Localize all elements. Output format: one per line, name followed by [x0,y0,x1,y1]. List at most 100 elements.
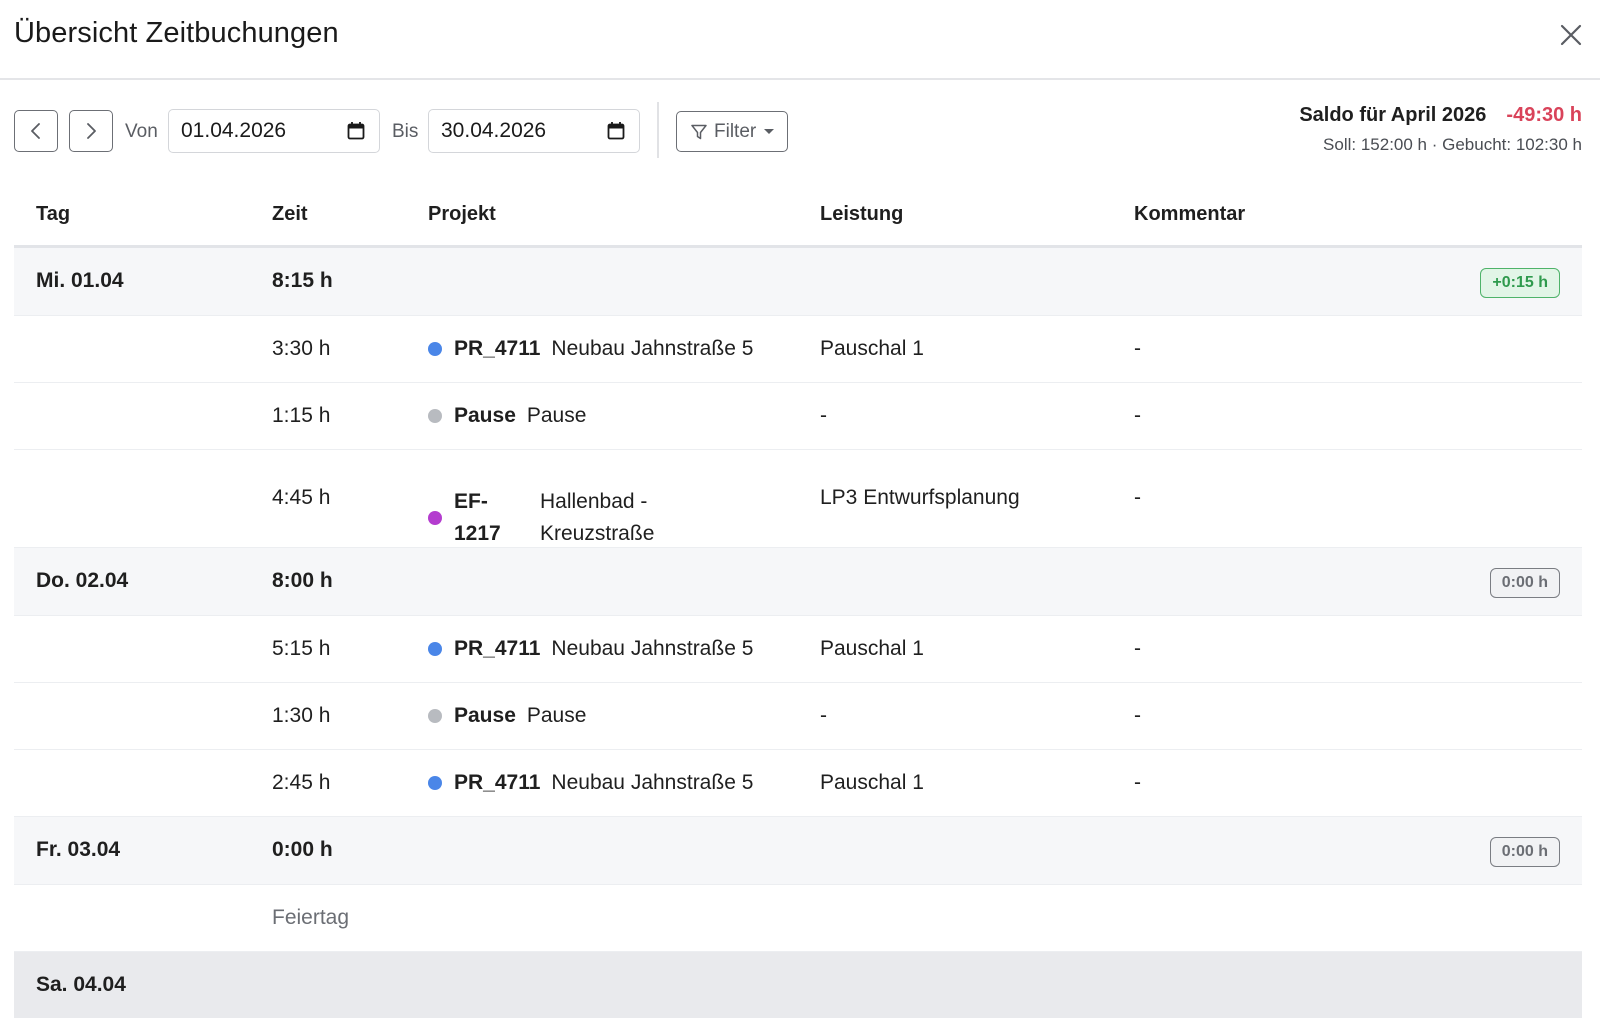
project-code: PR_4711 [454,337,541,360]
booking-comment: - [1134,771,1141,794]
day-row[interactable]: Fr. 03.04 0:00 h 0:00 h [14,817,1582,885]
chevron-left-icon [31,123,40,139]
holiday-row: Feiertag [14,885,1582,952]
booking-project: PR_4711 Neubau Jahnstraße 5 [428,771,753,795]
booking-service: Pauschal 1 [820,637,924,660]
day-label: Mi. 01.04 [36,269,124,292]
project-name: Neubau Jahnstraße 5 [551,771,754,794]
booking-duration: 3:30 h [272,337,331,360]
project-name: Pause [526,704,587,727]
calendar-icon[interactable] [347,121,365,141]
booking-row[interactable]: 4:45 h EF- 1217 Hallenbad - Kreuzstraße … [14,450,1582,548]
day-total: 8:15 h [272,269,333,292]
booking-service: LP3 Entwurfsplanung [820,486,1020,509]
toolbar-divider [657,102,659,158]
saldo-summary: Saldo für April 2026 -49:30 h Soll: 152:0… [1299,104,1582,155]
day-balance-badge: 0:00 h [1489,568,1560,598]
booking-project: PR_4711 Neubau Jahnstraße 5 [428,337,753,361]
booking-project: EF- 1217 Hallenbad - Kreuzstraße [428,486,654,550]
chevron-right-icon [87,123,96,139]
project-code: PR_4711 [454,637,541,660]
booking-duration: 4:45 h [272,486,331,509]
saldo-value: -49:30 h [1506,104,1582,126]
booking-comment: - [1134,486,1141,509]
close-icon[interactable] [1558,22,1584,48]
filter-label: Filter [714,120,757,142]
day-row[interactable]: Do. 02.04 8:00 h 0:00 h [14,548,1582,616]
booking-comment: - [1134,337,1141,360]
booking-row[interactable]: 1:30 h Pause Pause - - [14,683,1582,750]
column-header-zeit: Zeit [272,203,308,225]
table-header: Tag Zeit Projekt Leistung Kommentar [14,180,1582,248]
prev-button[interactable] [14,110,58,152]
project-color-dot [428,709,442,723]
column-header-leistung: Leistung [820,203,904,225]
day-balance-badge: 0:00 h [1489,837,1560,867]
bis-date-input[interactable]: 30.04.2026 [428,109,640,153]
day-total: 0:00 h [272,838,333,861]
booking-duration: 1:15 h [272,404,331,427]
booking-service: Pauschal 1 [820,771,924,794]
booking-row[interactable]: 1:15 h Pause Pause - - [14,383,1582,450]
day-row-weekend[interactable]: Sa. 04.04 [14,952,1582,1018]
project-name-line: Hallenbad - [540,490,648,513]
project-name-line: Kreuzstraße [540,522,655,545]
booking-project: Pause Pause [428,404,586,428]
project-color-dot [428,511,442,525]
project-name: Neubau Jahnstraße 5 [551,337,754,360]
project-code: Pause [454,404,516,427]
day-label: Fr. 03.04 [36,838,121,861]
von-date-input[interactable]: 01.04.2026 [168,109,380,153]
day-label: Sa. 04.04 [36,973,126,996]
saldo-label: Saldo für April 2026 [1299,104,1487,126]
booking-comment: - [1134,704,1141,727]
project-color-dot [428,642,442,656]
column-header-kommentar: Kommentar [1134,203,1246,225]
project-code: Pause [454,704,516,727]
filter-button[interactable]: Filter [676,111,788,152]
day-balance-badge: +0:15 h [1480,268,1560,298]
booking-comment: - [1134,404,1141,427]
booking-service: - [820,704,827,727]
von-label: Von [125,121,158,142]
filter-icon [691,124,707,139]
project-color-dot [428,409,442,423]
booking-comment: - [1134,637,1141,660]
column-header-projekt: Projekt [428,203,496,225]
project-code: PR_4711 [454,771,541,794]
project-name: Hallenbad - Kreuzstraße [540,486,654,550]
day-row[interactable]: Mi. 01.04 8:15 h +0:15 h [14,248,1582,316]
booking-row[interactable]: 3:30 h PR_4711 Neubau Jahnstraße 5 Pausc… [14,316,1582,383]
holiday-note: Feiertag [272,906,350,929]
bis-label: Bis [392,121,419,142]
von-date-value: 01.04.2026 [181,119,287,142]
booking-duration: 5:15 h [272,637,331,660]
project-name: Pause [526,404,587,427]
project-code-line: EF- [454,490,488,513]
booking-service: Pauschal 1 [820,337,924,360]
bis-date-value: 30.04.2026 [441,119,547,142]
project-name: Neubau Jahnstraße 5 [551,637,754,660]
day-label: Do. 02.04 [36,569,129,592]
next-button[interactable] [69,110,113,152]
project-color-dot [428,342,442,356]
booking-duration: 1:30 h [272,704,331,727]
booking-duration: 2:45 h [272,771,331,794]
booking-project: Pause Pause [428,704,586,728]
dialog-header: Übersicht Zeitbuchungen [0,0,1600,80]
project-code: EF- 1217 [454,486,540,550]
saldo-details: Soll: 152:00 h · Gebucht: 102:30 h [1323,135,1582,154]
bookings-table: Tag Zeit Projekt Leistung Kommentar Mi. … [14,180,1582,1018]
dialog-title: Übersicht Zeitbuchungen [14,17,339,49]
booking-project: PR_4711 Neubau Jahnstraße 5 [428,637,753,661]
toolbar: Von 01.04.2026 Bis 30.04.2026 Filter Sal… [0,80,1600,180]
calendar-icon[interactable] [607,121,625,141]
day-total: 8:00 h [272,569,333,592]
project-code-line: 1217 [454,522,501,545]
caret-down-icon [764,129,775,134]
column-header-tag: Tag [36,203,71,225]
booking-service: - [820,404,827,427]
booking-row[interactable]: 5:15 h PR_4711 Neubau Jahnstraße 5 Pausc… [14,616,1582,683]
project-color-dot [428,776,442,790]
booking-row[interactable]: 2:45 h PR_4711 Neubau Jahnstraße 5 Pausc… [14,750,1582,817]
